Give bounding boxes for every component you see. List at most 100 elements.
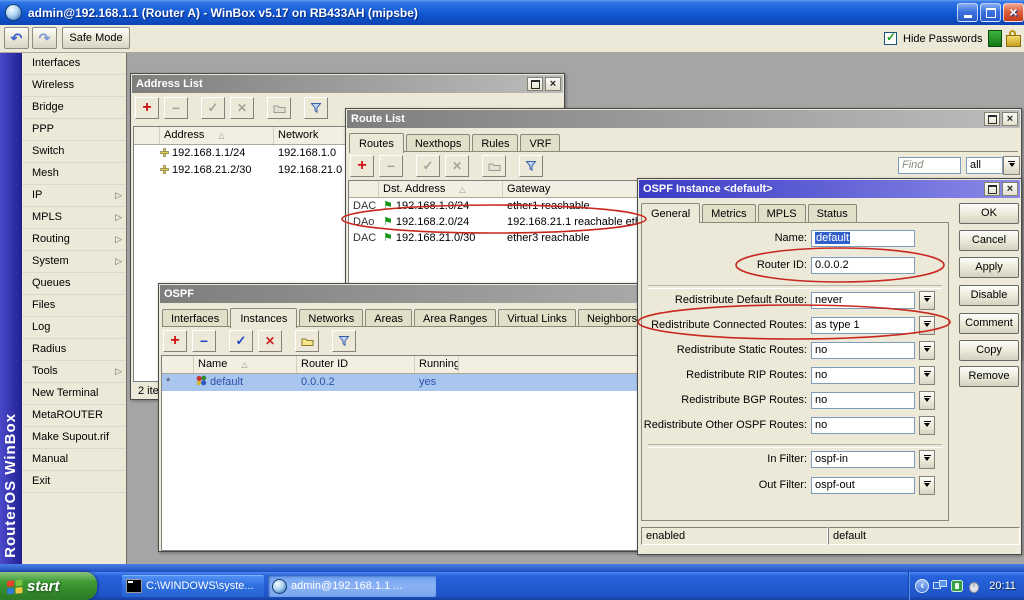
app-titlebar[interactable]: admin@192.168.1.1 (Router A) - WinBox v5…: [0, 0, 1024, 25]
safe-mode-button[interactable]: Safe Mode: [62, 27, 130, 49]
tab-virtual-links[interactable]: Virtual Links: [498, 309, 576, 327]
name-input[interactable]: default: [811, 230, 915, 247]
redistribute-other-ospf-select[interactable]: no: [811, 417, 915, 434]
dropdown-button[interactable]: [919, 450, 935, 469]
disable-button[interactable]: Disable: [959, 285, 1019, 306]
disable-button[interactable]: [258, 330, 282, 352]
sidebar-item-interfaces[interactable]: Interfaces: [22, 53, 126, 75]
apply-button[interactable]: Apply: [959, 257, 1019, 278]
filter-button[interactable]: [304, 97, 328, 119]
disable-button[interactable]: [230, 97, 254, 119]
comment-button[interactable]: [267, 97, 291, 119]
mouse-tray-icon[interactable]: [967, 580, 981, 593]
maximize-button[interactable]: [527, 77, 543, 91]
add-button[interactable]: [135, 97, 159, 119]
sidebar-item-routing[interactable]: Routing: [22, 229, 126, 251]
in-filter-select[interactable]: ospf-in: [811, 451, 915, 468]
find-input[interactable]: Find: [898, 157, 961, 174]
ok-button[interactable]: OK: [959, 203, 1019, 224]
sidebar-item-mesh[interactable]: Mesh: [22, 163, 126, 185]
sidebar-item-tools[interactable]: Tools: [22, 361, 126, 383]
minimize-button[interactable]: [957, 3, 978, 22]
comment-button[interactable]: Comment: [959, 313, 1019, 334]
tab-rules[interactable]: Rules: [472, 134, 518, 152]
router-id-input[interactable]: 0.0.0.2: [811, 257, 915, 274]
agent-tray-icon[interactable]: [951, 580, 963, 592]
enable-button[interactable]: [229, 330, 253, 352]
sidebar-item-make-supout[interactable]: Make Supout.rif: [22, 427, 126, 449]
remove-button[interactable]: [164, 97, 188, 119]
dialog-titlebar[interactable]: OSPF Instance <default>: [639, 180, 1020, 198]
comment-button[interactable]: [295, 330, 319, 352]
cancel-button[interactable]: Cancel: [959, 230, 1019, 251]
tab-nexthops[interactable]: Nexthops: [406, 134, 470, 152]
hide-icons-chevron-button[interactable]: ‹: [915, 579, 929, 593]
redistribute-connected-select[interactable]: as type 1: [811, 317, 915, 334]
enable-button[interactable]: [201, 97, 225, 119]
column-router-id[interactable]: Router ID: [297, 356, 415, 373]
route-filter-dropdown-button[interactable]: [1003, 156, 1020, 175]
column-running[interactable]: Running: [415, 356, 459, 373]
redistribute-rip-select[interactable]: no: [811, 367, 915, 384]
undo-button[interactable]: [4, 27, 29, 49]
dropdown-button[interactable]: [919, 391, 935, 410]
add-button[interactable]: [350, 155, 374, 177]
filter-button[interactable]: [332, 330, 356, 352]
redo-button[interactable]: [32, 27, 57, 49]
route-filter-select[interactable]: all: [966, 157, 1003, 174]
tab-general[interactable]: General: [641, 203, 700, 223]
sidebar-item-log[interactable]: Log: [22, 317, 126, 339]
dropdown-button[interactable]: [919, 291, 935, 310]
tab-status[interactable]: Status: [808, 204, 857, 222]
sidebar-item-metarouter[interactable]: MetaROUTER: [22, 405, 126, 427]
redistribute-default-select[interactable]: never: [811, 292, 915, 309]
maximize-button[interactable]: [984, 112, 1000, 126]
sidebar-item-bridge[interactable]: Bridge: [22, 97, 126, 119]
tab-instances[interactable]: Instances: [230, 308, 297, 328]
sidebar-item-wireless[interactable]: Wireless: [22, 75, 126, 97]
close-button[interactable]: [1003, 3, 1024, 22]
tab-neighbors[interactable]: Neighbors: [578, 309, 646, 327]
tab-metrics[interactable]: Metrics: [702, 204, 755, 222]
dropdown-button[interactable]: [919, 316, 935, 335]
dropdown-button[interactable]: [919, 366, 935, 385]
tab-areas[interactable]: Areas: [365, 309, 412, 327]
close-button[interactable]: [545, 77, 561, 91]
tab-networks[interactable]: Networks: [299, 309, 363, 327]
sidebar-item-radius[interactable]: Radius: [22, 339, 126, 361]
route-list-titlebar[interactable]: Route List: [347, 110, 1020, 128]
out-filter-select[interactable]: ospf-out: [811, 477, 915, 494]
disable-button[interactable]: [445, 155, 469, 177]
address-list-titlebar[interactable]: Address List: [132, 75, 563, 93]
redistribute-bgp-select[interactable]: no: [811, 392, 915, 409]
tab-interfaces[interactable]: Interfaces: [162, 309, 228, 327]
sidebar-item-queues[interactable]: Queues: [22, 273, 126, 295]
task-button-cmd[interactable]: C:\WINDOWS\syste...: [122, 575, 264, 597]
tab-mpls[interactable]: MPLS: [758, 204, 806, 222]
dropdown-button[interactable]: [919, 416, 935, 435]
sidebar-item-manual[interactable]: Manual: [22, 449, 126, 471]
redistribute-static-select[interactable]: no: [811, 342, 915, 359]
sidebar-item-mpls[interactable]: MPLS: [22, 207, 126, 229]
network-tray-icon[interactable]: [933, 580, 947, 592]
task-button-winbox[interactable]: admin@192.168.1.1 ...: [268, 575, 436, 597]
add-button[interactable]: [163, 330, 187, 352]
column-address[interactable]: Address: [160, 127, 274, 144]
dropdown-button[interactable]: [919, 476, 935, 495]
tab-area-ranges[interactable]: Area Ranges: [414, 309, 496, 327]
remove-button[interactable]: [379, 155, 403, 177]
copy-button[interactable]: Copy: [959, 340, 1019, 361]
filter-button[interactable]: [519, 155, 543, 177]
sidebar-item-new-terminal[interactable]: New Terminal: [22, 383, 126, 405]
dropdown-button[interactable]: [919, 341, 935, 360]
close-button[interactable]: [1002, 112, 1018, 126]
sidebar-item-ip[interactable]: IP: [22, 185, 126, 207]
sidebar-item-system[interactable]: System: [22, 251, 126, 273]
comment-button[interactable]: [482, 155, 506, 177]
maximize-button[interactable]: [984, 182, 1000, 196]
column-dst-address[interactable]: Dst. Address: [379, 181, 503, 197]
sidebar-item-exit[interactable]: Exit: [22, 471, 126, 493]
enable-button[interactable]: [416, 155, 440, 177]
tab-vrf[interactable]: VRF: [520, 134, 560, 152]
remove-button[interactable]: Remove: [959, 366, 1019, 387]
